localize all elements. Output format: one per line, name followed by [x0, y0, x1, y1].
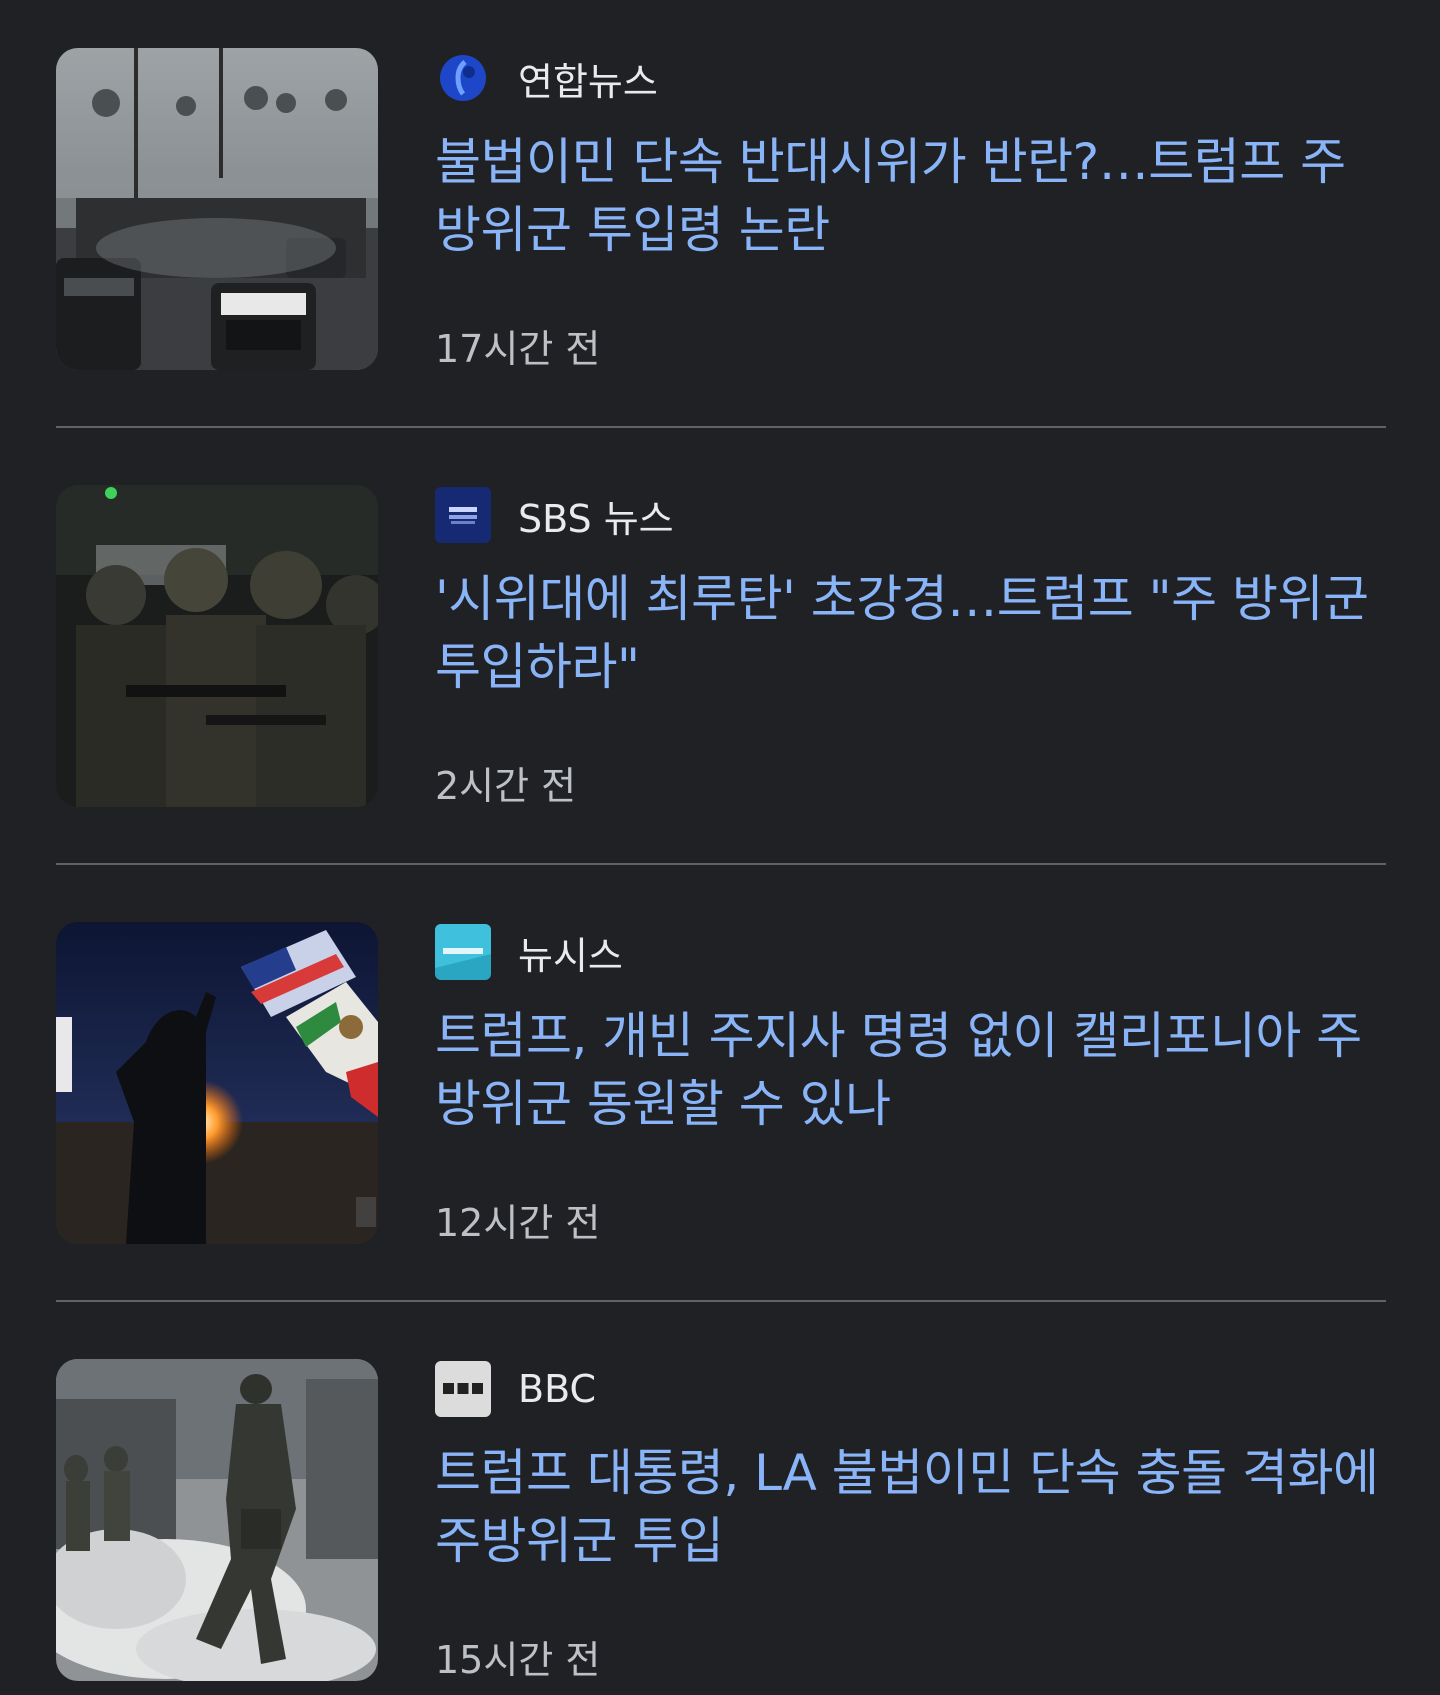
soldier-tear-gas-image	[56, 1359, 378, 1681]
source-row: BBC	[435, 1361, 1385, 1417]
article-headline[interactable]: 트럼프 대통령, LA 불법이민 단속 충돌 격화에 주방위군 투입	[435, 1439, 1385, 1575]
source-name: 연합뉴스	[518, 59, 658, 104]
source-row: 뉴시스	[435, 924, 1385, 980]
newsis-logo-icon	[435, 924, 491, 980]
article-time: 17시간 전	[435, 327, 601, 371]
article-meta: SBS 뉴스 '시위대에 최루탄' 초강경…트럼프 "주 방위군 투입하라" 2…	[435, 485, 1385, 808]
article-headline[interactable]: 불법이민 단속 반대시위가 반란?…트럼프 주방위군 투입령 논란	[435, 128, 1385, 264]
source-row: SBS 뉴스	[435, 487, 1385, 543]
yonhap-logo-icon	[435, 50, 491, 106]
article-thumbnail[interactable]	[56, 48, 378, 370]
article-meta: 뉴시스 트럼프, 개빈 주지사 명령 없이 캘리포니아 주방위군 동원할 수 있…	[435, 922, 1385, 1245]
article-headline[interactable]: 트럼프, 개빈 주지사 명령 없이 캘리포니아 주방위군 동원할 수 있나	[435, 1002, 1385, 1138]
article-thumbnail[interactable]	[56, 1359, 378, 1681]
sbs-news-logo-icon	[435, 487, 491, 543]
article-meta: BBC 트럼프 대통령, LA 불법이민 단속 충돌 격화에 주방위군 투입 1…	[435, 1359, 1385, 1682]
article-thumbnail[interactable]	[56, 485, 378, 807]
article-thumbnail[interactable]	[56, 922, 378, 1244]
article-time: 12시간 전	[435, 1201, 601, 1245]
news-card[interactable]: 뉴시스 트럼프, 개빈 주지사 명령 없이 캘리포니아 주방위군 동원할 수 있…	[56, 922, 1386, 1245]
news-card[interactable]: SBS 뉴스 '시위대에 최루탄' 초강경…트럼프 "주 방위군 투입하라" 2…	[56, 485, 1386, 808]
article-headline[interactable]: '시위대에 최루탄' 초강경…트럼프 "주 방위군 투입하라"	[435, 565, 1385, 701]
flag-protester-fire-image	[56, 922, 378, 1244]
article-meta: 연합뉴스 불법이민 단속 반대시위가 반란?…트럼프 주방위군 투입령 논란 1…	[435, 48, 1385, 371]
protest-street-police-cars-image	[56, 48, 378, 370]
bbc-logo-icon	[435, 1361, 491, 1417]
article-time: 2시간 전	[435, 764, 577, 808]
divider	[56, 1300, 1386, 1302]
news-card[interactable]: BBC 트럼프 대통령, LA 불법이민 단속 충돌 격화에 주방위군 투입 1…	[56, 1359, 1386, 1682]
source-name: SBS 뉴스	[518, 496, 674, 541]
news-card[interactable]: 연합뉴스 불법이민 단속 반대시위가 반란?…트럼프 주방위군 투입령 논란 1…	[56, 48, 1386, 371]
divider	[56, 863, 1386, 865]
source-row: 연합뉴스	[435, 50, 1385, 106]
armed-troops-night-image	[56, 485, 378, 807]
divider	[56, 426, 1386, 428]
article-time: 15시간 전	[435, 1638, 601, 1682]
source-name: BBC	[518, 1367, 597, 1411]
source-name: 뉴시스	[518, 933, 623, 978]
